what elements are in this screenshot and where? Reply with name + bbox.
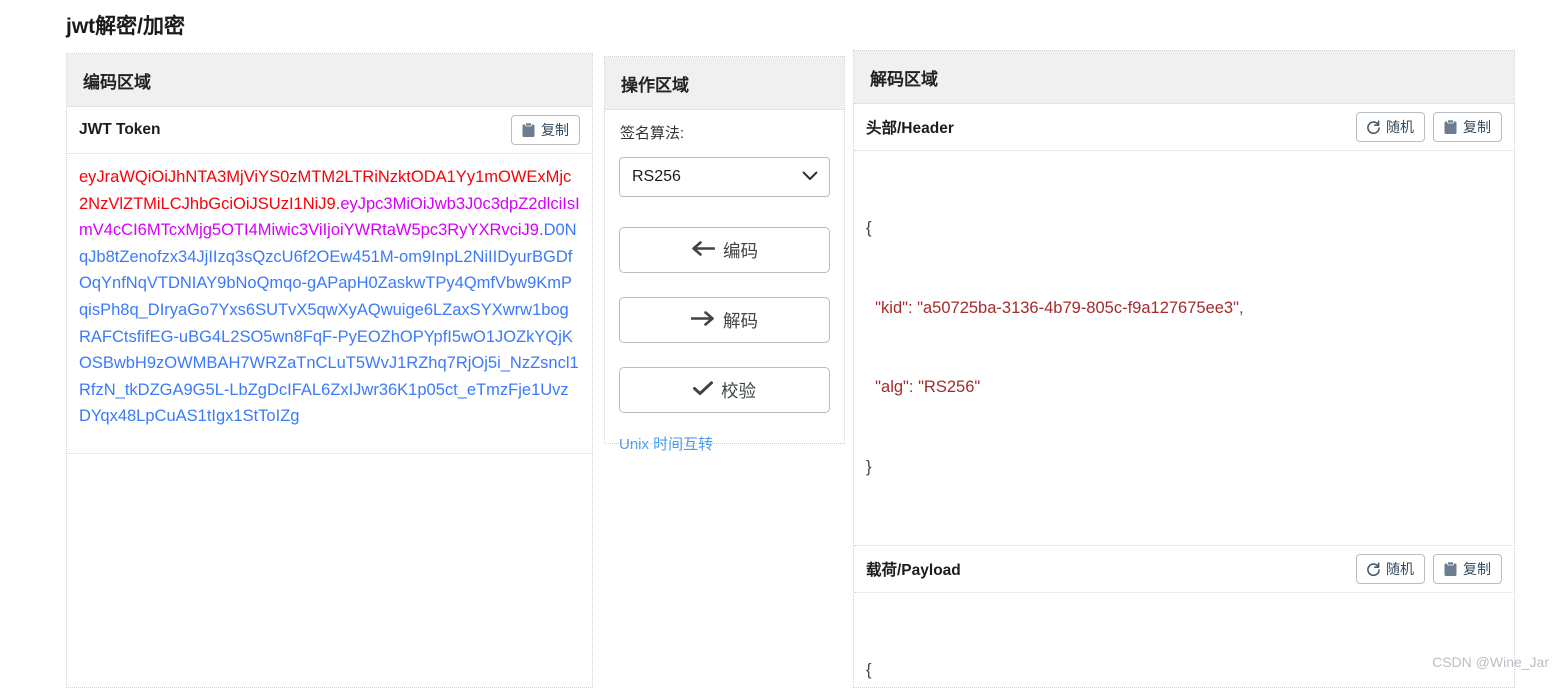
arrow-left-icon bbox=[691, 240, 716, 261]
payload-json-line: { bbox=[866, 661, 872, 679]
operation-panel: 操作区域 签名算法: RS256 编码 解码 校验 Unix 时间互转 bbox=[604, 56, 845, 453]
refresh-icon bbox=[1366, 119, 1381, 135]
clipboard-icon bbox=[1443, 119, 1458, 135]
header-json-line: { bbox=[866, 219, 872, 237]
jwt-token-textarea[interactable]: eyJraWQiOiJhNTA3MjViYS0zMTM2LTRiNzktODA1… bbox=[67, 154, 592, 454]
encode-panel-title: 编码区域 bbox=[67, 54, 592, 107]
decode-panel-title: 解码区域 bbox=[854, 51, 1514, 104]
copy-header-button[interactable]: 复制 bbox=[1433, 112, 1502, 142]
header-json-textarea[interactable]: { "kid": "a50725ba-3136-4b79-805c-f9a127… bbox=[854, 151, 1514, 546]
header-json-line: "kid": "a50725ba-3136-4b79-805c-f9a12767… bbox=[866, 298, 1244, 317]
payload-field-bar: 载荷/Payload 随机 复制 bbox=[854, 546, 1514, 593]
algorithm-select[interactable]: RS256 bbox=[619, 157, 830, 197]
copy-header-label: 复制 bbox=[1463, 119, 1491, 135]
jwt-signature-segment: D0NqJb8tZenofzx34JjIIzq3sQzcU6f2OEw451M-… bbox=[79, 221, 579, 426]
header-json-line: } bbox=[866, 457, 872, 476]
chevron-down-icon bbox=[802, 168, 818, 186]
operation-panel-title: 操作区域 bbox=[605, 57, 844, 110]
encode-button[interactable]: 编码 bbox=[619, 227, 830, 273]
decode-panel: 解码区域 头部/Header 随机 复制 {"kid": "a50725ba-… bbox=[853, 50, 1515, 688]
jwt-tool-page: jwt解密/加密 编码区域 JWT Token 复制 eyJraWQiOiJhN… bbox=[0, 0, 1561, 688]
jwt-token-label: JWT Token bbox=[79, 121, 161, 138]
payload-actions: 随机 复制 bbox=[1356, 554, 1502, 584]
verify-button[interactable]: 校验 bbox=[619, 367, 830, 413]
copy-token-label: 复制 bbox=[541, 122, 569, 138]
arrow-right-icon bbox=[690, 310, 715, 331]
algorithm-selected-value: RS256 bbox=[632, 168, 681, 185]
encode-button-label: 编码 bbox=[723, 240, 758, 261]
decode-button-label: 解码 bbox=[723, 310, 758, 331]
algorithm-label: 签名算法: bbox=[620, 125, 685, 142]
verify-button-label: 校验 bbox=[721, 380, 756, 401]
copy-token-button[interactable]: 复制 bbox=[511, 115, 580, 145]
jwt-token-actions: 复制 bbox=[511, 115, 580, 145]
header-label: 头部/Header bbox=[866, 120, 954, 137]
jwt-token-field-bar: JWT Token 复制 bbox=[67, 107, 592, 154]
payload-json-textarea[interactable]: { "iss": "portswigger", "exp": 171289928… bbox=[854, 593, 1514, 688]
encode-panel: 编码区域 JWT Token 复制 eyJraWQiOiJhNTA3MjViYS… bbox=[66, 53, 593, 688]
clipboard-icon bbox=[1443, 561, 1458, 577]
header-json-line: "alg": "RS256" bbox=[866, 378, 981, 396]
random-payload-button[interactable]: 随机 bbox=[1356, 554, 1425, 584]
random-payload-label: 随机 bbox=[1386, 561, 1414, 577]
decode-button[interactable]: 解码 bbox=[619, 297, 830, 343]
jwt-token-value: eyJraWQiOiJhNTA3MjViYS0zMTM2LTRiNzktODA1… bbox=[79, 164, 580, 430]
refresh-icon bbox=[1366, 561, 1381, 577]
payload-label: 载荷/Payload bbox=[866, 562, 961, 579]
unix-time-convert-link[interactable]: Unix 时间互转 bbox=[619, 433, 713, 454]
copy-payload-label: 复制 bbox=[1463, 561, 1491, 577]
clipboard-icon bbox=[521, 122, 536, 138]
random-header-button[interactable]: 随机 bbox=[1356, 112, 1425, 142]
header-actions: 随机 复制 bbox=[1356, 112, 1502, 142]
check-icon bbox=[693, 380, 713, 401]
copy-payload-button[interactable]: 复制 bbox=[1433, 554, 1502, 584]
page-title: jwt解密/加密 bbox=[66, 15, 185, 38]
header-field-bar: 头部/Header 随机 复制 bbox=[854, 104, 1514, 151]
random-header-label: 随机 bbox=[1386, 119, 1414, 135]
operation-panel-body: 签名算法: RS256 编码 解码 校验 Unix 时间互转 bbox=[605, 110, 844, 470]
